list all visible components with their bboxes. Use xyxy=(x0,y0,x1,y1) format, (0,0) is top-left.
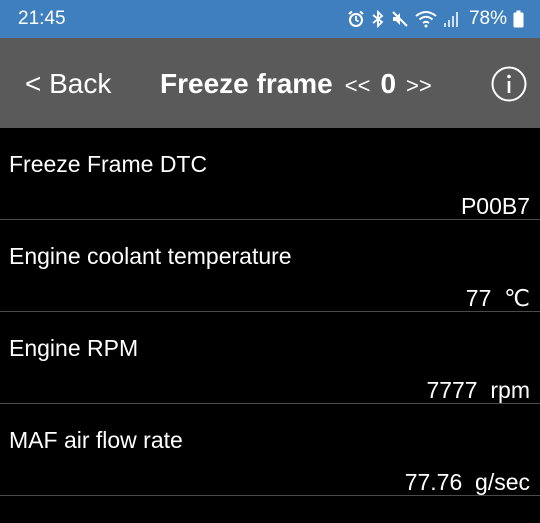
item-label: MAF air flow rate xyxy=(9,427,183,453)
bluetooth-icon xyxy=(371,10,385,28)
wifi-icon xyxy=(415,10,437,28)
list-item: Engine coolant temperature 77 ℃ xyxy=(0,220,540,312)
list-item: Engine RPM 7777 rpm xyxy=(0,312,540,404)
alarm-icon xyxy=(347,10,365,28)
info-icon[interactable] xyxy=(491,66,527,102)
back-button[interactable]: < Back xyxy=(25,67,111,101)
status-bar: 21:45 78% xyxy=(0,0,540,38)
signal-icon xyxy=(443,10,461,28)
title-group: Freeze frame << 0 >> xyxy=(160,66,432,102)
previous-frame-button[interactable]: << xyxy=(345,68,371,104)
freeze-frame-list: Freeze Frame DTC P00B7 Engine coolant te… xyxy=(0,128,540,496)
item-value: 7777 rpm xyxy=(426,377,530,403)
status-icons: 78% xyxy=(347,7,524,31)
status-time: 21:45 xyxy=(18,8,66,29)
frame-index: 0 xyxy=(380,68,397,99)
item-label: Freeze Frame DTC xyxy=(9,151,208,177)
item-value: 77 ℃ xyxy=(465,285,530,311)
battery-percent: 78% xyxy=(468,8,507,29)
list-item: MAF air flow rate 77.76 g/sec xyxy=(0,404,540,496)
battery-icon xyxy=(513,10,524,28)
mute-icon xyxy=(391,10,409,28)
item-label: Engine coolant temperature xyxy=(9,243,292,269)
item-value: 77.76 g/sec xyxy=(404,469,530,495)
list-item: Freeze Frame DTC P00B7 xyxy=(0,128,540,220)
page-title: Freeze frame xyxy=(160,68,333,99)
item-value: P00B7 xyxy=(460,193,530,219)
next-frame-button[interactable]: >> xyxy=(406,68,432,104)
toolbar: < Back Freeze frame << 0 >> xyxy=(0,38,540,128)
item-label: Engine RPM xyxy=(9,335,139,361)
